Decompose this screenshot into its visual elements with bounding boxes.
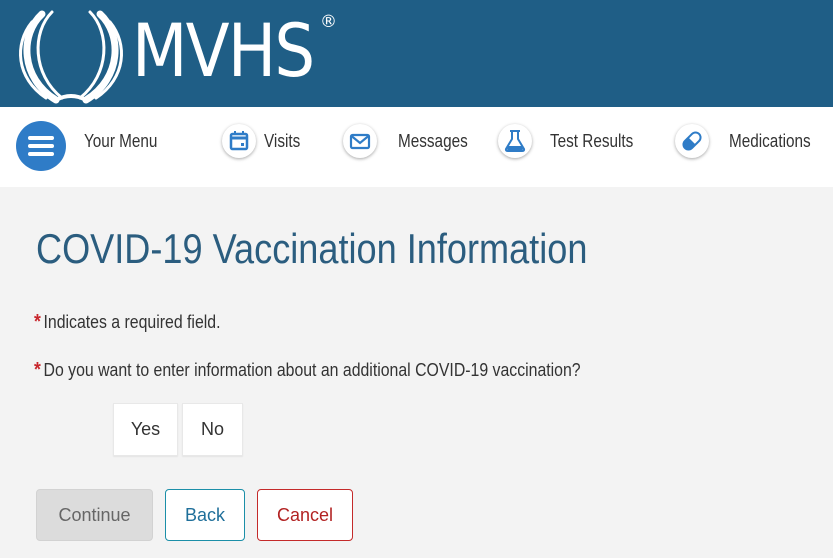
required-field-note: * Indicates a required field. <box>34 311 220 334</box>
nav-messages[interactable]: Messages <box>343 107 483 187</box>
option-no-button[interactable]: No <box>182 403 243 456</box>
nav-medications[interactable]: Medications <box>675 107 833 187</box>
page-title: COVID-19 Vaccination Information <box>36 225 588 272</box>
nav-your-menu[interactable]: Your Menu <box>0 107 200 187</box>
option-yes-button[interactable]: Yes <box>113 403 178 456</box>
mvhs-logo-icon[interactable] <box>12 8 130 104</box>
site-header: MVHS ® <box>0 0 833 107</box>
cancel-button[interactable]: Cancel <box>257 489 353 541</box>
nav-visits-label: Visits <box>264 131 301 151</box>
pill-icon <box>675 124 709 158</box>
nav-visits[interactable]: Visits <box>222 107 332 187</box>
main-nav: Your Menu Visits Messages Test Results M… <box>0 107 833 187</box>
nav-medications-label: Medications <box>729 131 811 151</box>
logo-text: MVHS <box>132 9 315 94</box>
calendar-icon <box>222 124 256 158</box>
envelope-icon <box>343 124 377 158</box>
hamburger-icon[interactable] <box>16 121 66 171</box>
registered-mark: ® <box>320 12 337 32</box>
nav-messages-label: Messages <box>398 131 468 151</box>
nav-test-results-label: Test Results <box>550 131 634 151</box>
question-text: Do you want to enter information about a… <box>43 360 581 380</box>
additional-vaccination-question: * Do you want to enter information about … <box>34 359 581 382</box>
continue-button[interactable]: Continue <box>36 489 153 541</box>
required-marker: * <box>34 359 41 381</box>
nav-your-menu-label: Your Menu <box>84 131 158 151</box>
required-note-text: Indicates a required field. <box>43 312 221 332</box>
flask-icon <box>498 124 532 158</box>
nav-test-results[interactable]: Test Results <box>498 107 658 187</box>
back-button[interactable]: Back <box>165 489 245 541</box>
required-marker: * <box>34 311 41 333</box>
